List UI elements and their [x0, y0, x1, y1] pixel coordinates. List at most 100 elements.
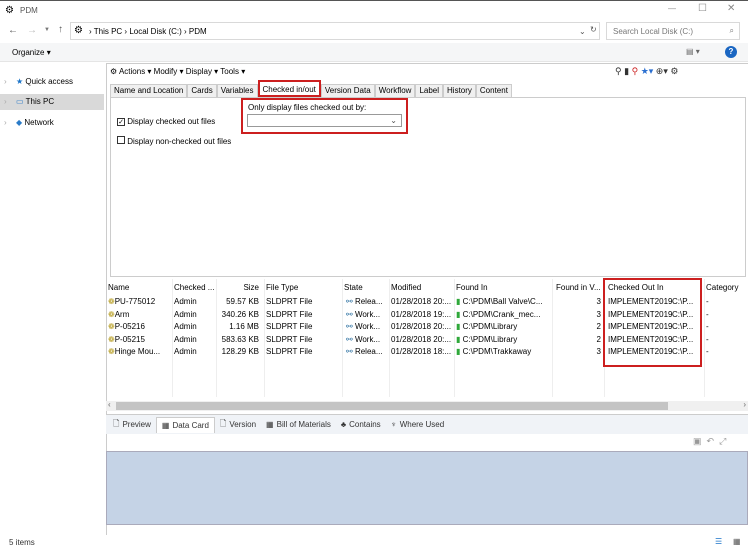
- star-icon: ★: [16, 77, 24, 86]
- address-bar[interactable]: ⚙ › This PC › Local Disk (C:) › PDM ⌄: [70, 22, 600, 40]
- cell-name: ❁Hinge Mou...: [108, 347, 160, 356]
- label: Where Used: [399, 420, 445, 429]
- window-title: PDM: [20, 6, 38, 15]
- close-button[interactable]: ✕: [727, 3, 735, 14]
- label: Arm: [114, 309, 130, 319]
- tab-content[interactable]: Content: [475, 84, 512, 97]
- tab-data-card[interactable]: ▦ Data Card: [155, 416, 215, 433]
- menu-display[interactable]: Display ▾: [186, 67, 218, 76]
- crumb-this-pc[interactable]: This PC: [94, 27, 122, 36]
- recent-chevron-icon[interactable]: ▼: [44, 27, 50, 33]
- search-input[interactable]: Search Local Disk (C:) ⌕: [606, 22, 740, 40]
- column-header[interactable]: Found in V...: [556, 283, 601, 292]
- column-header[interactable]: State: [344, 283, 363, 292]
- tab-history[interactable]: History: [443, 84, 476, 97]
- refresh-icon[interactable]: ↻: [590, 25, 597, 34]
- label: C:\PDM\Library: [462, 334, 518, 344]
- crumb-local-disk[interactable]: Local Disk (C:): [129, 27, 181, 36]
- column-header[interactable]: Name: [108, 283, 129, 292]
- tab-variables[interactable]: Variables: [216, 84, 258, 97]
- settings-icon[interactable]: ⚙: [670, 66, 678, 76]
- dropdown-chevron-icon[interactable]: ⌄: [579, 27, 586, 36]
- display-non-checked-out-checkbox[interactable]: Display non-checked out files: [117, 136, 231, 146]
- scroll-right-icon[interactable]: ›: [743, 400, 746, 409]
- column-header[interactable]: Size: [216, 283, 259, 292]
- column-header[interactable]: File Type: [266, 283, 298, 292]
- tab-checked-in-out[interactable]: Checked in/out: [257, 80, 321, 97]
- pdm-icon: ⚙: [110, 67, 118, 76]
- cell-checked: Admin: [174, 297, 197, 306]
- menu-tools[interactable]: Tools ▾: [220, 67, 245, 76]
- tab-workflow[interactable]: Workflow: [374, 84, 416, 97]
- cell-category: -: [706, 297, 709, 306]
- cell-found-in: ▮ C:\PDM\Library: [456, 322, 517, 331]
- tiles-view-icon[interactable]: ▦: [733, 537, 741, 546]
- scrollbar-thumb[interactable]: [116, 402, 668, 410]
- zoom-search-icon[interactable]: ⊕▾: [656, 66, 668, 76]
- highlight-box: Only display files checked out by: ⌄: [241, 98, 408, 134]
- horizontal-scrollbar[interactable]: ‹ ›: [106, 400, 748, 411]
- data-card-area: [106, 451, 748, 525]
- tab-preview[interactable]: 🗋 Preview: [108, 417, 156, 433]
- column-header[interactable]: Found In: [456, 283, 488, 292]
- undo-checkout-icon[interactable]: ⚲: [632, 66, 639, 76]
- cell-modified: 01/28/2018 20:...: [391, 335, 451, 344]
- label: PU-775012: [114, 297, 156, 306]
- checked-out-by-label: Only display files checked out by:: [248, 103, 367, 112]
- search-icon: ⌕: [729, 26, 734, 35]
- breadcrumb: › This PC › Local Disk (C:) › PDM: [89, 27, 207, 36]
- label: Preview: [122, 420, 151, 429]
- part-file-icon: ❁: [108, 334, 115, 344]
- cell-state: ⚯ Work...: [346, 322, 380, 331]
- undo-icon[interactable]: ↶: [707, 436, 715, 446]
- nav-network[interactable]: › ◆ Network: [0, 115, 104, 131]
- tab-name-location[interactable]: Name and Location: [110, 84, 188, 97]
- label: Work...: [354, 309, 381, 319]
- tab-version-data[interactable]: Version Data: [320, 84, 375, 97]
- help-icon[interactable]: ?: [725, 46, 737, 58]
- tab-where-used[interactable]: ♆ Where Used: [386, 417, 449, 433]
- minimize-button[interactable]: —: [668, 4, 676, 13]
- tab-label[interactable]: Label: [415, 84, 444, 97]
- checked-out-by-select[interactable]: ⌄: [247, 114, 402, 127]
- view-options-icon[interactable]: ▤ ▾: [686, 47, 700, 56]
- lock-icon[interactable]: ▮: [624, 66, 629, 76]
- data-card-icon: ▦: [161, 420, 170, 430]
- nav-this-pc[interactable]: › ▭ This PC: [0, 94, 104, 110]
- checkbox-checked[interactable]: ✓: [117, 118, 125, 126]
- column-header[interactable]: Modified: [391, 283, 421, 292]
- label: Contains: [349, 420, 381, 429]
- forward-icon[interactable]: →: [27, 25, 37, 36]
- back-icon[interactable]: ←: [8, 25, 18, 36]
- tab-contains[interactable]: ♣ Contains: [336, 417, 386, 433]
- check-out-icon[interactable]: ⚲: [615, 66, 622, 76]
- label: SLDPRT File: [266, 347, 313, 356]
- tab-bill-of-materials[interactable]: ▦ Bill of Materials: [261, 417, 336, 433]
- organize-button[interactable]: Organize ▾: [12, 48, 51, 57]
- favorites-icon[interactable]: ★▾: [641, 66, 654, 76]
- cell-size: 59.57 KB: [214, 297, 259, 306]
- app-icon: ⚙: [5, 5, 14, 16]
- nav-quick-access[interactable]: › ★ Quick access: [0, 74, 104, 90]
- label: 59.57 KB: [226, 297, 259, 306]
- column-header[interactable]: Category: [706, 283, 738, 292]
- cell-name: ❁P-05215: [108, 335, 145, 344]
- scroll-left-icon[interactable]: ‹: [108, 400, 111, 409]
- up-icon[interactable]: ↑: [58, 24, 63, 35]
- tab-version[interactable]: 🗋 Version: [215, 417, 261, 433]
- column-header[interactable]: Checked ...: [174, 283, 214, 292]
- cell-category: -: [706, 322, 709, 331]
- fullscreen-icon[interactable]: ⤢: [719, 436, 726, 446]
- label: 01/28/2018 20:...: [391, 322, 452, 331]
- menu-modify[interactable]: Modify ▾: [154, 67, 184, 76]
- crumb-pdm[interactable]: PDM: [189, 27, 207, 36]
- details-view-icon[interactable]: ☰: [715, 537, 722, 546]
- menu-actions[interactable]: Actions ▾: [119, 67, 151, 76]
- tab-cards[interactable]: Cards: [187, 84, 217, 97]
- pdm-icon: ⚙: [74, 25, 83, 36]
- maximize-button[interactable]: ☐: [698, 3, 707, 14]
- display-checked-out-checkbox[interactable]: ✓ Display checked out files: [117, 117, 215, 126]
- checkbox-unchecked[interactable]: [117, 136, 125, 144]
- computer-icon: ▭: [16, 97, 24, 106]
- save-icon[interactable]: ▣: [693, 436, 702, 446]
